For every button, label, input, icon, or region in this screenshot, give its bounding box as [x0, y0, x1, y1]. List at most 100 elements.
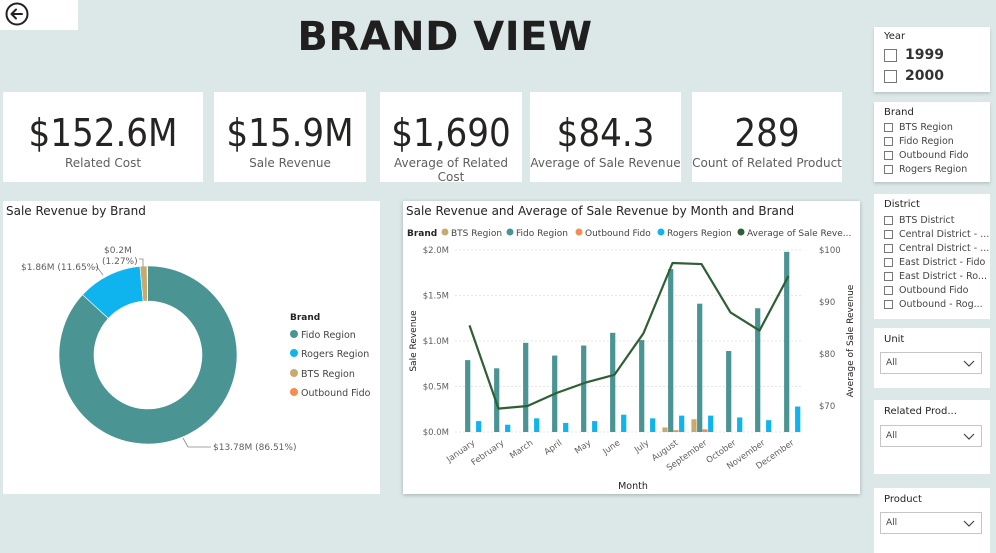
- unit-dropdown[interactable]: All: [880, 352, 982, 374]
- y-tick-label: $1.0M: [423, 337, 449, 347]
- slicer-district-option[interactable]: Outbound Fido: [884, 285, 968, 296]
- bar-fido-region-september[interactable]: [697, 303, 703, 432]
- option-label: East District - Ro...: [899, 271, 987, 282]
- slicer-brand-option[interactable]: Outbound Fido: [884, 150, 968, 161]
- bar-rogers-region-october[interactable]: [737, 417, 743, 432]
- donut-slices[interactable]: [58, 265, 238, 445]
- bar-rogers-region-january[interactable]: [476, 421, 482, 432]
- slicer-year-option-1999[interactable]: 1999: [884, 47, 944, 63]
- bar-rogers-region-april[interactable]: [563, 422, 569, 432]
- slicer-district-option[interactable]: East District - Ro...: [884, 271, 987, 282]
- y-axis-right-title: Average of Sale Revenue: [846, 284, 856, 397]
- checkbox[interactable]: [884, 137, 893, 146]
- legend-item-rogers[interactable]: Rogers Region: [667, 229, 732, 239]
- bar-rogers-region-march[interactable]: [534, 418, 540, 432]
- fido-data-label: $13.78M (86.51%): [213, 443, 296, 453]
- y-tick-label: $0.5M: [423, 383, 449, 393]
- option-label: Outbound - Rog...: [899, 299, 983, 310]
- bar-bts-region-september[interactable]: [691, 419, 697, 432]
- bar-fido-region-may[interactable]: [581, 345, 587, 432]
- option-label: 2000: [905, 68, 944, 84]
- bar-outbound-fido-september[interactable]: [702, 429, 708, 432]
- option-label: Outbound Fido: [899, 285, 969, 296]
- bar-fido-region-august[interactable]: [668, 269, 674, 432]
- combo-bars[interactable]: [465, 251, 801, 432]
- bar-rogers-region-november[interactable]: [766, 420, 772, 432]
- legend-item-outbound[interactable]: Outbound Fido: [301, 388, 371, 399]
- bar-rogers-region-july[interactable]: [650, 418, 656, 432]
- bar-fido-region-march[interactable]: [523, 342, 529, 432]
- bar-rogers-region-june[interactable]: [621, 414, 627, 432]
- bar-bts-region-august[interactable]: [662, 427, 668, 432]
- checkbox[interactable]: [884, 300, 893, 309]
- slicer-district-option[interactable]: BTS District: [884, 215, 955, 226]
- legend-item-average[interactable]: Average of Sale Reve...: [747, 229, 851, 239]
- bar-fido-region-november[interactable]: [755, 308, 761, 432]
- checkbox[interactable]: [884, 230, 893, 239]
- legend-item-outbound[interactable]: Outbound Fido: [585, 229, 651, 239]
- donut-slice-outbound-fido[interactable]: [146, 265, 149, 302]
- donut-legend[interactable]: Fido Region Rogers Region BTS Region Out…: [290, 330, 371, 399]
- bts-leader-line: [139, 258, 144, 267]
- legend-marker-rogers: [290, 349, 298, 357]
- slicer-unit: Unit All: [874, 328, 990, 388]
- checkbox[interactable]: [884, 272, 893, 281]
- slicer-related-product-title: Related Prod...: [884, 406, 957, 417]
- slicer-district-option[interactable]: Outbound - Rog...: [884, 299, 983, 310]
- slicer-year-option-2000[interactable]: 2000: [884, 68, 944, 84]
- option-label: Fido Region: [899, 136, 954, 147]
- bar-rogers-region-february[interactable]: [505, 424, 511, 432]
- bar-rogers-region-december[interactable]: [795, 406, 801, 432]
- legend-item-bts[interactable]: BTS Region: [301, 369, 355, 380]
- kpi-label: Count of Related Product: [692, 156, 842, 170]
- checkbox[interactable]: [884, 48, 897, 62]
- checkbox[interactable]: [884, 216, 893, 225]
- back-arrow-icon[interactable]: [5, 2, 29, 26]
- kpi-label: Sale Revenue: [249, 156, 331, 170]
- bar-fido-region-june[interactable]: [610, 332, 616, 432]
- bar-rogers-region-may[interactable]: [592, 421, 598, 432]
- legend-item-rogers[interactable]: Rogers Region: [301, 349, 369, 360]
- checkbox[interactable]: [884, 69, 897, 83]
- x-tick-label: July: [632, 438, 651, 456]
- page-title: BRAND VIEW: [297, 14, 593, 60]
- slicer-brand-title: Brand: [884, 107, 914, 118]
- checkbox[interactable]: [884, 244, 893, 253]
- checkbox[interactable]: [884, 123, 893, 132]
- combo-legend[interactable]: BTS Region Fido Region Outbound Fido Rog…: [441, 228, 852, 240]
- bar-outbound-fido-august[interactable]: [673, 430, 679, 432]
- legend-item-fido[interactable]: Fido Region: [301, 330, 356, 341]
- kpi-value: $84.3: [556, 111, 655, 155]
- combo-chart-panel: Sale Revenue and Average of Sale Revenue…: [403, 201, 860, 494]
- kpi-card-sale-revenue: $15.9M Sale Revenue: [214, 92, 366, 182]
- slicer-brand-option[interactable]: BTS Region: [884, 122, 953, 133]
- bar-fido-region-july[interactable]: [639, 340, 645, 432]
- option-label: East District - Fido: [899, 257, 986, 268]
- option-label: Outbound Fido: [899, 150, 969, 161]
- bar-fido-region-october[interactable]: [726, 351, 732, 432]
- slicer-district: District BTS District Central District -…: [874, 194, 990, 319]
- bar-fido-region-january[interactable]: [465, 360, 471, 432]
- related-product-dropdown[interactable]: All: [880, 425, 982, 447]
- product-dropdown[interactable]: All: [880, 512, 982, 534]
- slicer-district-option[interactable]: Central District - ...: [884, 229, 989, 240]
- slicer-brand-option[interactable]: Rogers Region: [884, 164, 967, 175]
- legend-marker-fido: [290, 330, 298, 338]
- rogers-data-label: $1.86M (11.65%): [21, 263, 99, 273]
- y-tick-label: $0.0M: [423, 428, 449, 438]
- legend-item-bts[interactable]: BTS Region: [451, 229, 502, 239]
- slicer-district-option[interactable]: Central District - ...: [884, 243, 989, 254]
- legend-item-fido[interactable]: Fido Region: [516, 229, 568, 239]
- kpi-card-count-related-product: 289 Count of Related Product: [692, 92, 842, 182]
- slicer-district-option[interactable]: East District - Fido: [884, 257, 985, 268]
- checkbox[interactable]: [884, 258, 893, 267]
- checkbox[interactable]: [884, 286, 893, 295]
- y2-tick-label: $70: [819, 402, 835, 412]
- slicer-brand-option[interactable]: Fido Region: [884, 136, 954, 147]
- checkbox[interactable]: [884, 151, 893, 160]
- checkbox[interactable]: [884, 165, 893, 174]
- y-tick-label: $2.0M: [423, 246, 449, 256]
- x-tick-label: May: [573, 438, 593, 456]
- bar-rogers-region-september[interactable]: [708, 415, 714, 432]
- bar-rogers-region-august[interactable]: [679, 415, 685, 432]
